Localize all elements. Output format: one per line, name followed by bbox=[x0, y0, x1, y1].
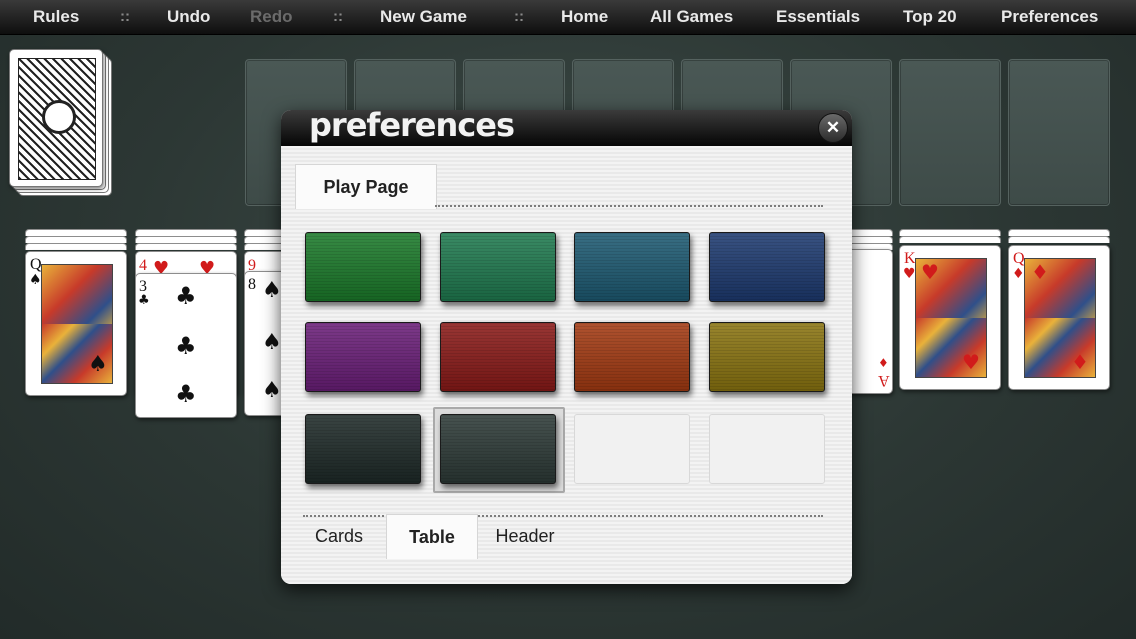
menu-new-game[interactable]: New Game bbox=[380, 0, 467, 34]
face-down-card-edge bbox=[1008, 229, 1110, 236]
face-down-card-edge bbox=[25, 229, 127, 236]
top-menu-bar: Rules :: Undo Redo :: New Game :: Home A… bbox=[0, 0, 1136, 35]
card-rank: K bbox=[904, 250, 916, 267]
dialog-title: preferences bbox=[309, 110, 515, 144]
spade-icon: ♠ bbox=[88, 352, 108, 377]
card-rank: 4 bbox=[139, 257, 147, 274]
foundation-slot[interactable] bbox=[1008, 59, 1110, 206]
spade-icon: ♠ bbox=[262, 330, 282, 355]
menu-redo[interactable]: Redo bbox=[250, 0, 293, 34]
menu-preferences[interactable]: Preferences bbox=[1001, 0, 1098, 34]
playing-card[interactable]: 3 ♣ ♣ ♣ ♣ bbox=[135, 273, 237, 418]
tab-divider bbox=[435, 205, 823, 207]
foundation-slot[interactable] bbox=[899, 59, 1001, 206]
table-color-swatch-empty-1 bbox=[574, 414, 690, 484]
preferences-dialog: preferences ✕ Play Page Cards Table Head… bbox=[281, 110, 852, 584]
card-rank: Q bbox=[30, 256, 42, 273]
face-down-card-edge bbox=[25, 236, 127, 243]
menu-top-20[interactable]: Top 20 bbox=[903, 0, 957, 34]
spade-icon: ♠ bbox=[262, 278, 282, 303]
spade-icon: ♠ bbox=[262, 378, 282, 403]
table-color-swatch-purple[interactable] bbox=[305, 322, 421, 392]
menu-all-games[interactable]: All Games bbox=[650, 0, 733, 34]
face-down-card-edge bbox=[135, 236, 237, 243]
club-icon: ♣ bbox=[175, 332, 197, 360]
table-color-swatch-empty-2 bbox=[709, 414, 825, 484]
tab-header[interactable]: Header bbox=[481, 514, 569, 558]
card-back-medallion bbox=[42, 100, 76, 134]
table-color-swatch-red[interactable] bbox=[440, 322, 556, 392]
club-icon: ♣ bbox=[175, 282, 197, 310]
heart-icon: ♥ bbox=[903, 266, 916, 282]
table-color-swatch-dark-charcoal[interactable] bbox=[305, 414, 421, 484]
diamond-icon: ♦ bbox=[878, 356, 889, 370]
table-color-swatch-slate-green[interactable] bbox=[440, 414, 556, 484]
club-icon: ♣ bbox=[175, 380, 197, 408]
face-down-card-edge bbox=[135, 229, 237, 236]
menu-separator: :: bbox=[120, 8, 130, 25]
face-down-card-edge bbox=[899, 236, 1001, 243]
table-color-swatch-teal-green[interactable] bbox=[440, 232, 556, 302]
menu-separator: :: bbox=[333, 8, 343, 25]
table-color-swatch-olive-gold[interactable] bbox=[709, 322, 825, 392]
heart-icon: ♥ bbox=[921, 260, 939, 284]
close-icon: ✕ bbox=[825, 118, 841, 137]
face-down-card-edge bbox=[25, 243, 127, 250]
menu-rules[interactable]: Rules bbox=[33, 0, 79, 34]
card-rank: 8 bbox=[248, 276, 256, 293]
club-icon: ♣ bbox=[138, 293, 150, 308]
diamond-icon: ♦ bbox=[1071, 350, 1089, 374]
menu-separator: :: bbox=[514, 8, 524, 25]
playing-card[interactable]: Q ♦ ♦ ♦ bbox=[1008, 245, 1110, 390]
card-rank: A bbox=[878, 372, 890, 389]
menu-essentials[interactable]: Essentials bbox=[776, 0, 860, 34]
tab-table[interactable]: Table bbox=[386, 514, 478, 559]
spade-icon: ♠ bbox=[29, 272, 42, 288]
diamond-icon: ♦ bbox=[1031, 260, 1049, 284]
close-button[interactable]: ✕ bbox=[818, 113, 848, 143]
tab-cards[interactable]: Cards bbox=[299, 514, 379, 558]
table-color-swatch-teal-blue[interactable] bbox=[574, 232, 690, 302]
dialog-body: Play Page Cards Table Header bbox=[281, 146, 852, 584]
face-down-card-edge bbox=[899, 229, 1001, 236]
card-rank: Q bbox=[1013, 250, 1025, 267]
stock-card-top[interactable] bbox=[9, 49, 103, 187]
menu-undo[interactable]: Undo bbox=[167, 0, 210, 34]
playing-card[interactable]: K ♥ ♥ ♥ bbox=[899, 245, 1001, 390]
face-down-card-edge bbox=[135, 243, 237, 250]
face-down-card-edge bbox=[1008, 236, 1110, 243]
diamond-icon: ♦ bbox=[1012, 266, 1025, 282]
menu-home[interactable]: Home bbox=[561, 0, 608, 34]
table-color-swatch-orange[interactable] bbox=[574, 322, 690, 392]
playing-card[interactable]: Q ♠ ♠ bbox=[25, 251, 127, 396]
table-color-swatch-navy[interactable] bbox=[709, 232, 825, 302]
dialog-header: preferences ✕ bbox=[281, 110, 852, 146]
tab-play-page[interactable]: Play Page bbox=[295, 164, 437, 209]
heart-icon: ♥ bbox=[962, 350, 980, 374]
table-color-swatch-green[interactable] bbox=[305, 232, 421, 302]
